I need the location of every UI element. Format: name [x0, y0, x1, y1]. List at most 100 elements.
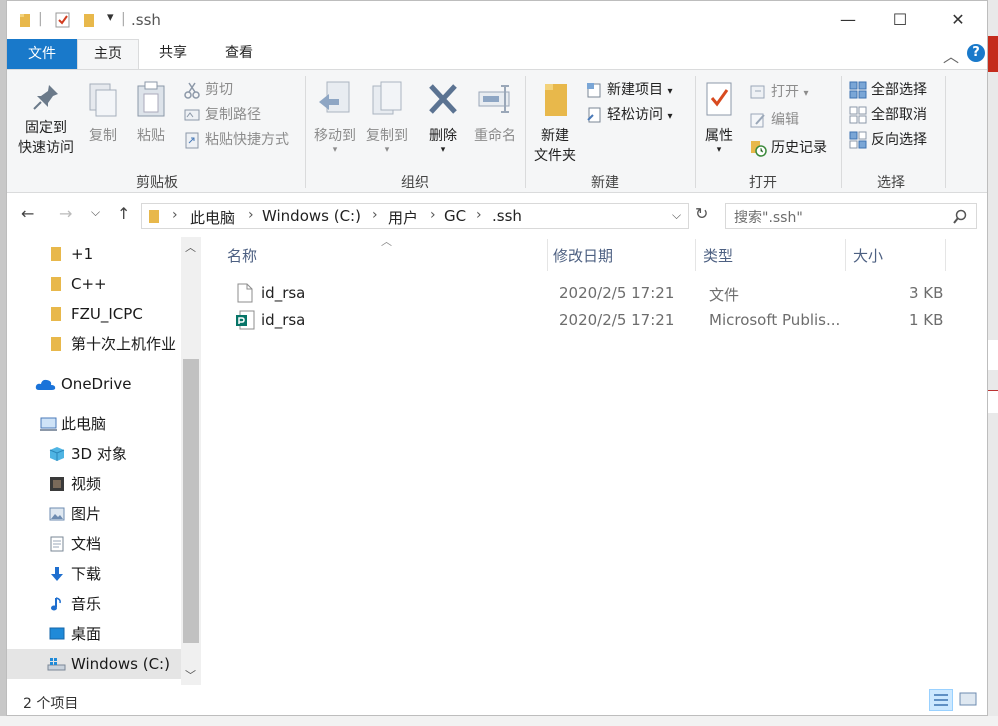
maximize-button[interactable]: ☐ [877, 7, 923, 33]
tab-view[interactable]: 查看 [213, 39, 265, 67]
pin-label-line2: 快速访问 [18, 140, 74, 156]
minimize-button[interactable]: — [825, 7, 871, 33]
video-icon [50, 477, 64, 491]
scroll-up-icon[interactable]: ︿ [185, 239, 196, 255]
column-header-size[interactable]: 大小 [853, 245, 883, 266]
file-date: 2020/2/5 17:21 [559, 311, 675, 329]
column-divider[interactable] [547, 239, 548, 271]
nav-item-cpp[interactable]: C++ [7, 269, 181, 299]
column-divider[interactable] [695, 239, 696, 271]
nav-item-label: 下载 [71, 565, 102, 583]
column-header-name[interactable]: 名称 [227, 245, 257, 266]
details-view-button[interactable] [929, 689, 953, 711]
new-item-label: 新建项目 [607, 82, 663, 98]
paste-shortcut-button[interactable]: 粘贴快捷方式 [183, 128, 289, 152]
table-row[interactable]: id_rsa 2020/2/5 17:21 文件 3 KB [227, 281, 947, 307]
rename-button[interactable]: 重命名 [469, 80, 521, 146]
properties-icon[interactable] [55, 12, 71, 28]
properties-button[interactable]: 属性 ▾ [699, 80, 739, 155]
sort-ascending-icon: ︿ [381, 235, 392, 248]
address-dropdown-chevron-icon[interactable]: ⌵ [672, 208, 681, 223]
recent-locations-chevron-icon[interactable]: ⌵ [91, 205, 100, 220]
help-button[interactable]: ? [967, 44, 985, 62]
file-name: id_rsa [261, 284, 306, 302]
breadcrumb[interactable]: › 此电脑 › Windows (C:) › 用户 › GC › .ssh ⌵ [141, 203, 689, 229]
nav-item-fzu-icpc[interactable]: FZU_ICPC [7, 299, 181, 329]
easy-access-dropdown-icon: ▾ [667, 111, 673, 122]
column-divider[interactable] [945, 239, 946, 271]
copy-to-icon [372, 81, 402, 115]
open-label: 打开 [771, 84, 799, 100]
tab-file[interactable]: 文件 [7, 39, 77, 69]
nav-item-3d-objects[interactable]: 3D 对象 [7, 439, 181, 469]
select-all-button[interactable]: 全部选择 [849, 78, 927, 102]
copy-path-icon [184, 109, 200, 121]
new-folder-icon[interactable] [83, 12, 97, 28]
close-button[interactable]: ✕ [935, 7, 981, 33]
refresh-icon[interactable]: ↻ [695, 204, 708, 223]
history-button[interactable]: 历史记录 [749, 136, 827, 160]
breadcrumb-this-pc[interactable]: 此电脑 [190, 207, 235, 228]
nav-item-music[interactable]: 音乐 [7, 589, 181, 619]
computer-icon [40, 417, 57, 431]
back-button[interactable]: ← [21, 204, 34, 223]
nav-item-this-pc[interactable]: 此电脑 [7, 409, 181, 439]
nav-item-onedrive[interactable]: OneDrive [7, 369, 181, 399]
folder-icon [51, 307, 61, 321]
up-button[interactable]: ↑ [117, 204, 130, 223]
move-to-dropdown-icon: ▾ [332, 145, 338, 155]
music-icon [51, 597, 61, 611]
quick-access-dropdown[interactable]: ▾ [107, 10, 114, 25]
breadcrumb-ssh[interactable]: .ssh [492, 207, 522, 225]
select-none-button[interactable]: 全部取消 [849, 103, 927, 127]
nav-item-plus1[interactable]: +1 [7, 239, 181, 269]
organize-group-label: 组织 [401, 175, 429, 191]
copy-to-button[interactable]: 复制到 ▾ [361, 80, 413, 155]
copy-path-button[interactable]: 复制路径 [183, 103, 261, 127]
easy-access-label: 轻松访问 [607, 107, 663, 123]
collapse-ribbon-icon[interactable]: ︿ [943, 43, 959, 67]
move-to-button[interactable]: 移动到 ▾ [309, 80, 361, 155]
nav-item-documents[interactable]: 文档 [7, 529, 181, 559]
edit-button[interactable]: 编辑 [749, 108, 799, 132]
pin-quick-access-button[interactable]: 固定到 快速访问 [11, 82, 81, 158]
paste-label: 粘贴 [137, 128, 165, 144]
scrollbar-thumb[interactable] [183, 359, 199, 643]
nav-item-windows-c[interactable]: Windows (C:) [7, 649, 181, 679]
new-folder-button[interactable]: 新建 文件夹 [529, 80, 581, 166]
nav-item-pictures[interactable]: 图片 [7, 499, 181, 529]
breadcrumb-separator-icon: › [476, 207, 482, 223]
group-divider [945, 76, 946, 188]
nav-item-downloads[interactable]: 下载 [7, 559, 181, 589]
easy-access-button[interactable]: 轻松访问 ▾ [585, 103, 672, 127]
search-input[interactable]: 搜索".ssh" [725, 203, 977, 229]
nav-item-desktop[interactable]: 桌面 [7, 619, 181, 649]
table-row[interactable]: id_rsa 2020/2/5 17:21 Microsoft Publis..… [227, 308, 947, 334]
column-header-type[interactable]: 类型 [703, 245, 733, 266]
column-header-date[interactable]: 修改日期 [553, 245, 613, 266]
navigation-scrollbar[interactable]: ︿ ﹀ [181, 237, 201, 685]
paste-button[interactable]: 粘贴 [131, 80, 171, 146]
forward-button[interactable]: → [59, 204, 72, 223]
delete-button[interactable]: 删除 ▾ [421, 80, 465, 155]
nav-item-homework[interactable]: 第十次上机作业 [7, 329, 181, 359]
breadcrumb-gc[interactable]: GC [444, 207, 466, 225]
document-icon [50, 536, 64, 552]
new-item-button[interactable]: 新建项目 ▾ [585, 78, 672, 102]
invert-selection-button[interactable]: 反向选择 [849, 128, 927, 152]
nav-item-label: C++ [71, 275, 107, 293]
breadcrumb-windows-c[interactable]: Windows (C:) [262, 207, 361, 225]
large-icons-view-icon [959, 692, 977, 706]
open-button[interactable]: 打开 ▾ [749, 80, 808, 104]
nav-item-label: 文档 [71, 535, 102, 553]
large-icons-view-button[interactable] [957, 689, 981, 711]
column-divider[interactable] [845, 239, 846, 271]
cut-button[interactable]: 剪切 [183, 78, 233, 102]
nav-item-videos[interactable]: 视频 [7, 469, 181, 499]
breadcrumb-users[interactable]: 用户 [388, 207, 418, 228]
scroll-down-icon[interactable]: ﹀ [185, 667, 196, 683]
copy-button[interactable]: 复制 [83, 80, 123, 146]
divider: | [121, 11, 126, 27]
tab-share[interactable]: 共享 [147, 39, 199, 67]
tab-home[interactable]: 主页 [77, 39, 139, 69]
